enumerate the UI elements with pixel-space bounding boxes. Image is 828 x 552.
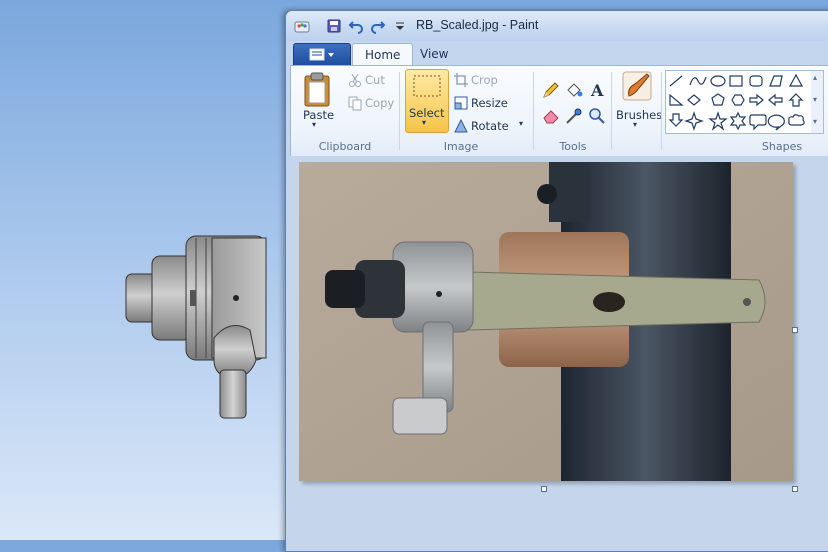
right-triangle-shape-icon	[669, 93, 684, 106]
pentagon-shape-icon	[711, 93, 725, 106]
paint-app-icon[interactable]	[294, 18, 310, 34]
brushes-button[interactable]: Brushes ▾	[613, 70, 663, 136]
canvas-area[interactable]	[290, 156, 828, 551]
resize-button[interactable]: Resize	[471, 96, 508, 110]
shapes-gallery-icons	[668, 73, 805, 131]
fill-icon[interactable]	[564, 80, 584, 100]
resize-handle-right[interactable]	[792, 327, 798, 333]
magnifier-icon[interactable]	[587, 106, 607, 126]
tab-view[interactable]: View	[408, 43, 460, 65]
select-dropdown-arrow[interactable]: ▾	[422, 118, 426, 127]
six-point-star-shape-icon	[729, 111, 747, 131]
brushes-label: Brushes	[616, 108, 663, 122]
group-separator	[611, 72, 612, 150]
ribbon-home: Paste ▾ Cut Copy Clipboard Select ▾ Crop	[290, 65, 828, 157]
paint-menu-button[interactable]	[293, 43, 351, 66]
oval-shape-icon	[710, 75, 726, 87]
shapes-gallery	[665, 70, 813, 134]
ribbon-tabs: Home View	[286, 41, 828, 66]
resize-icon[interactable]	[453, 95, 469, 111]
tab-home[interactable]: Home	[352, 43, 414, 66]
gallery-more-arrow[interactable]: ▾	[813, 117, 817, 126]
right-arrow-shape-icon	[749, 93, 764, 107]
four-point-star-shape-icon	[684, 111, 704, 131]
paste-dropdown-arrow[interactable]: ▾	[312, 120, 316, 129]
polygon-shape-icon	[769, 75, 783, 87]
cut-icon[interactable]	[347, 72, 363, 88]
resize-handle-corner[interactable]	[792, 486, 798, 492]
gallery-up-arrow[interactable]: ▴	[813, 73, 817, 82]
triangle-shape-icon	[788, 73, 804, 87]
rotate-button[interactable]: Rotate	[471, 119, 509, 133]
cut-button[interactable]: Cut	[365, 73, 385, 87]
five-point-star-shape-icon	[708, 111, 728, 131]
eraser-icon[interactable]	[541, 106, 561, 126]
left-arrow-shape-icon	[768, 93, 783, 107]
save-icon[interactable]	[326, 18, 342, 34]
rounded-callout-shape-icon	[749, 114, 767, 131]
copy-button[interactable]: Copy	[365, 96, 394, 110]
undo-icon[interactable]	[348, 18, 364, 34]
clipboard-icon	[304, 72, 330, 107]
svg-text:A: A	[590, 81, 604, 100]
brush-icon	[622, 71, 652, 101]
rotate-dropdown-arrow[interactable]: ▾	[519, 119, 523, 128]
text-icon[interactable]: A	[587, 80, 607, 100]
select-rectangle-icon	[413, 75, 441, 97]
title-bar: RB_Scaled.jpg - Paint	[286, 11, 828, 41]
rotate-icon[interactable]	[453, 118, 469, 134]
select-label: Select	[409, 106, 445, 120]
pencil-icon[interactable]	[541, 80, 561, 100]
copy-icon[interactable]	[347, 95, 363, 111]
select-button[interactable]: Select ▾	[405, 69, 449, 133]
paste-label: Paste	[303, 108, 335, 122]
crop-button[interactable]: Crop	[471, 73, 498, 87]
canvas-photo-image[interactable]	[299, 162, 793, 481]
cad-3d-part-model	[125, 235, 267, 419]
group-separator	[661, 72, 662, 150]
paste-button[interactable]: Paste ▾	[297, 70, 339, 134]
customize-dropdown-icon[interactable]	[392, 18, 408, 34]
clipboard-group-label: Clipboard	[318, 140, 372, 153]
curve-shape-icon	[689, 76, 707, 86]
paint-window: RB_Scaled.jpg - Paint Home View Paste ▾	[285, 10, 828, 552]
paint-menu-icon	[309, 48, 334, 61]
diamond-shape-icon	[687, 94, 701, 106]
up-arrow-shape-icon	[788, 93, 804, 107]
down-arrow-shape-icon	[668, 113, 684, 127]
rectangle-shape-icon	[729, 75, 743, 87]
rounded-rectangle-shape-icon	[749, 75, 763, 87]
resize-handle-bottom[interactable]	[541, 486, 547, 492]
tools-group-label: Tools	[559, 140, 587, 153]
oval-callout-shape-icon	[767, 114, 785, 131]
crop-icon[interactable]	[453, 72, 469, 88]
color-picker-icon[interactable]	[564, 106, 584, 126]
brushes-dropdown-arrow[interactable]: ▾	[633, 120, 637, 129]
group-separator	[533, 72, 534, 150]
cloud-callout-shape-icon	[788, 114, 805, 126]
shapes-group-label: Shapes	[761, 140, 803, 153]
hexagon-shape-icon	[731, 94, 745, 106]
group-separator	[399, 72, 400, 150]
redo-icon[interactable]	[370, 18, 386, 34]
window-title: RB_Scaled.jpg - Paint	[416, 18, 539, 32]
shapes-gallery-scroll[interactable]: ▴ ▾ ▾	[811, 70, 824, 134]
line-shape-icon	[669, 75, 683, 87]
image-group-label: Image	[443, 140, 479, 153]
gallery-down-arrow[interactable]: ▾	[813, 95, 817, 104]
